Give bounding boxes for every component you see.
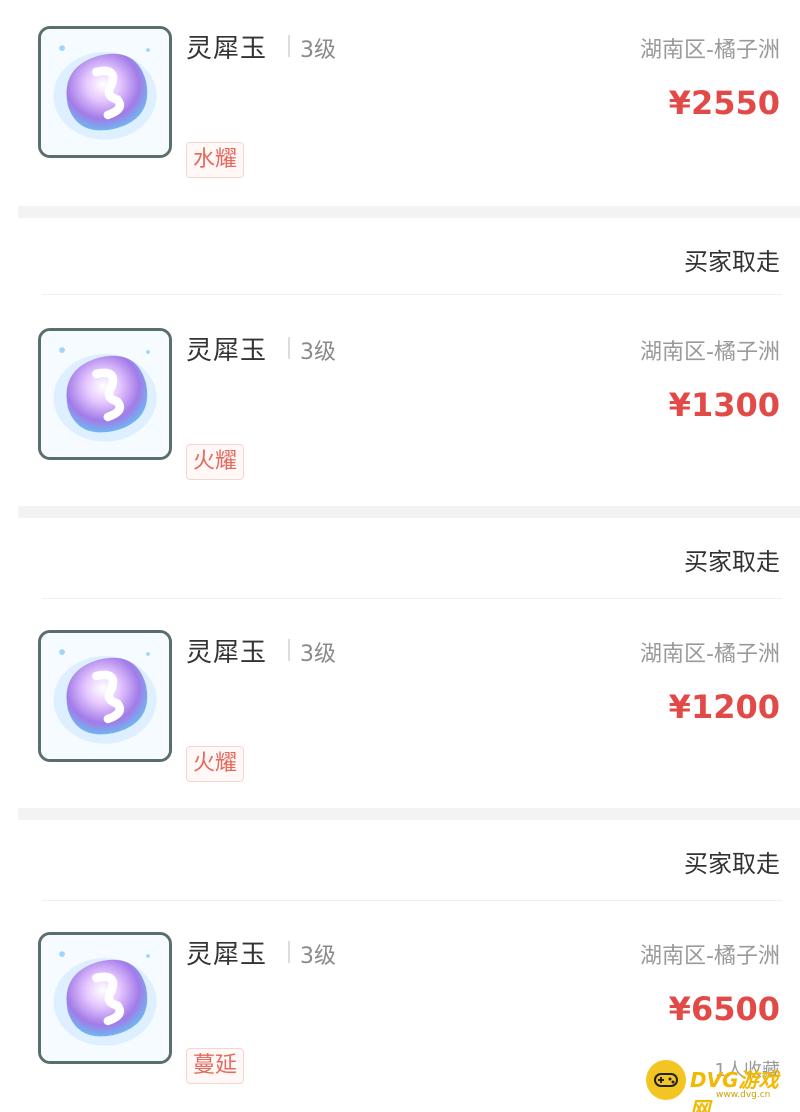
item-thumbnail[interactable] (38, 630, 172, 762)
server-location: 湖南区-橘子洲 (640, 38, 780, 63)
divider (288, 639, 290, 661)
item-level: 3级 (300, 38, 336, 63)
order-status: 买家取走 (684, 248, 780, 276)
server-location: 湖南区-橘子洲 (640, 944, 780, 969)
order-status: 买家取走 (684, 548, 780, 576)
item-price: ¥1300 (668, 386, 780, 424)
item-price: ¥6500 (668, 990, 780, 1028)
item-price: ¥2550 (668, 84, 780, 122)
listing-page: 灵犀玉 3级 湖南区-橘子洲 ¥2550 水耀 买家取走 灵犀玉 3级 湖南区-… (0, 0, 800, 1112)
item-thumbnail[interactable] (38, 932, 172, 1064)
divider (42, 900, 782, 901)
watermark-logo: DVG游戏网 www.dvg.cn (646, 1060, 792, 1112)
listing-card[interactable]: 买家取走 灵犀玉 3级 (0, 218, 800, 506)
item-level: 3级 (300, 642, 336, 667)
divider (42, 294, 782, 295)
jade-gem-icon (41, 935, 169, 1061)
item-name: 灵犀玉 (186, 34, 268, 64)
jade-gem-icon (41, 633, 169, 759)
server-location: 湖南区-橘子洲 (640, 340, 780, 365)
divider (42, 598, 782, 599)
item-thumbnail[interactable] (38, 26, 172, 158)
item-name: 灵犀玉 (186, 940, 268, 970)
item-name: 灵犀玉 (186, 638, 268, 668)
divider (288, 337, 290, 359)
attribute-tag: 水耀 (186, 142, 245, 178)
gamepad-icon (646, 1060, 686, 1100)
divider (288, 35, 290, 57)
watermark-url: www.dvg.cn (716, 1090, 771, 1100)
divider (288, 941, 290, 963)
item-name: 灵犀玉 (186, 336, 268, 366)
order-status: 买家取走 (684, 850, 780, 878)
server-location: 湖南区-橘子洲 (640, 642, 780, 667)
section-separator (18, 206, 800, 218)
jade-gem-icon (41, 331, 169, 457)
item-level: 3级 (300, 340, 336, 365)
item-price: ¥1200 (668, 688, 780, 726)
item-level: 3级 (300, 944, 336, 969)
watermark-brand: DVG游戏网 (690, 1068, 779, 1112)
jade-gem-icon (41, 29, 169, 155)
section-separator (18, 506, 800, 518)
listing-card[interactable]: 灵犀玉 3级 湖南区-橘子洲 ¥2550 水耀 (0, 0, 800, 206)
attribute-tag: 蔓延 (186, 1048, 245, 1084)
attribute-tag: 火耀 (186, 444, 245, 480)
item-thumbnail[interactable] (38, 328, 172, 460)
listing-card[interactable]: 买家取走 灵犀玉 3级 (0, 518, 800, 808)
section-separator (18, 808, 800, 820)
attribute-tag: 火耀 (186, 746, 245, 782)
